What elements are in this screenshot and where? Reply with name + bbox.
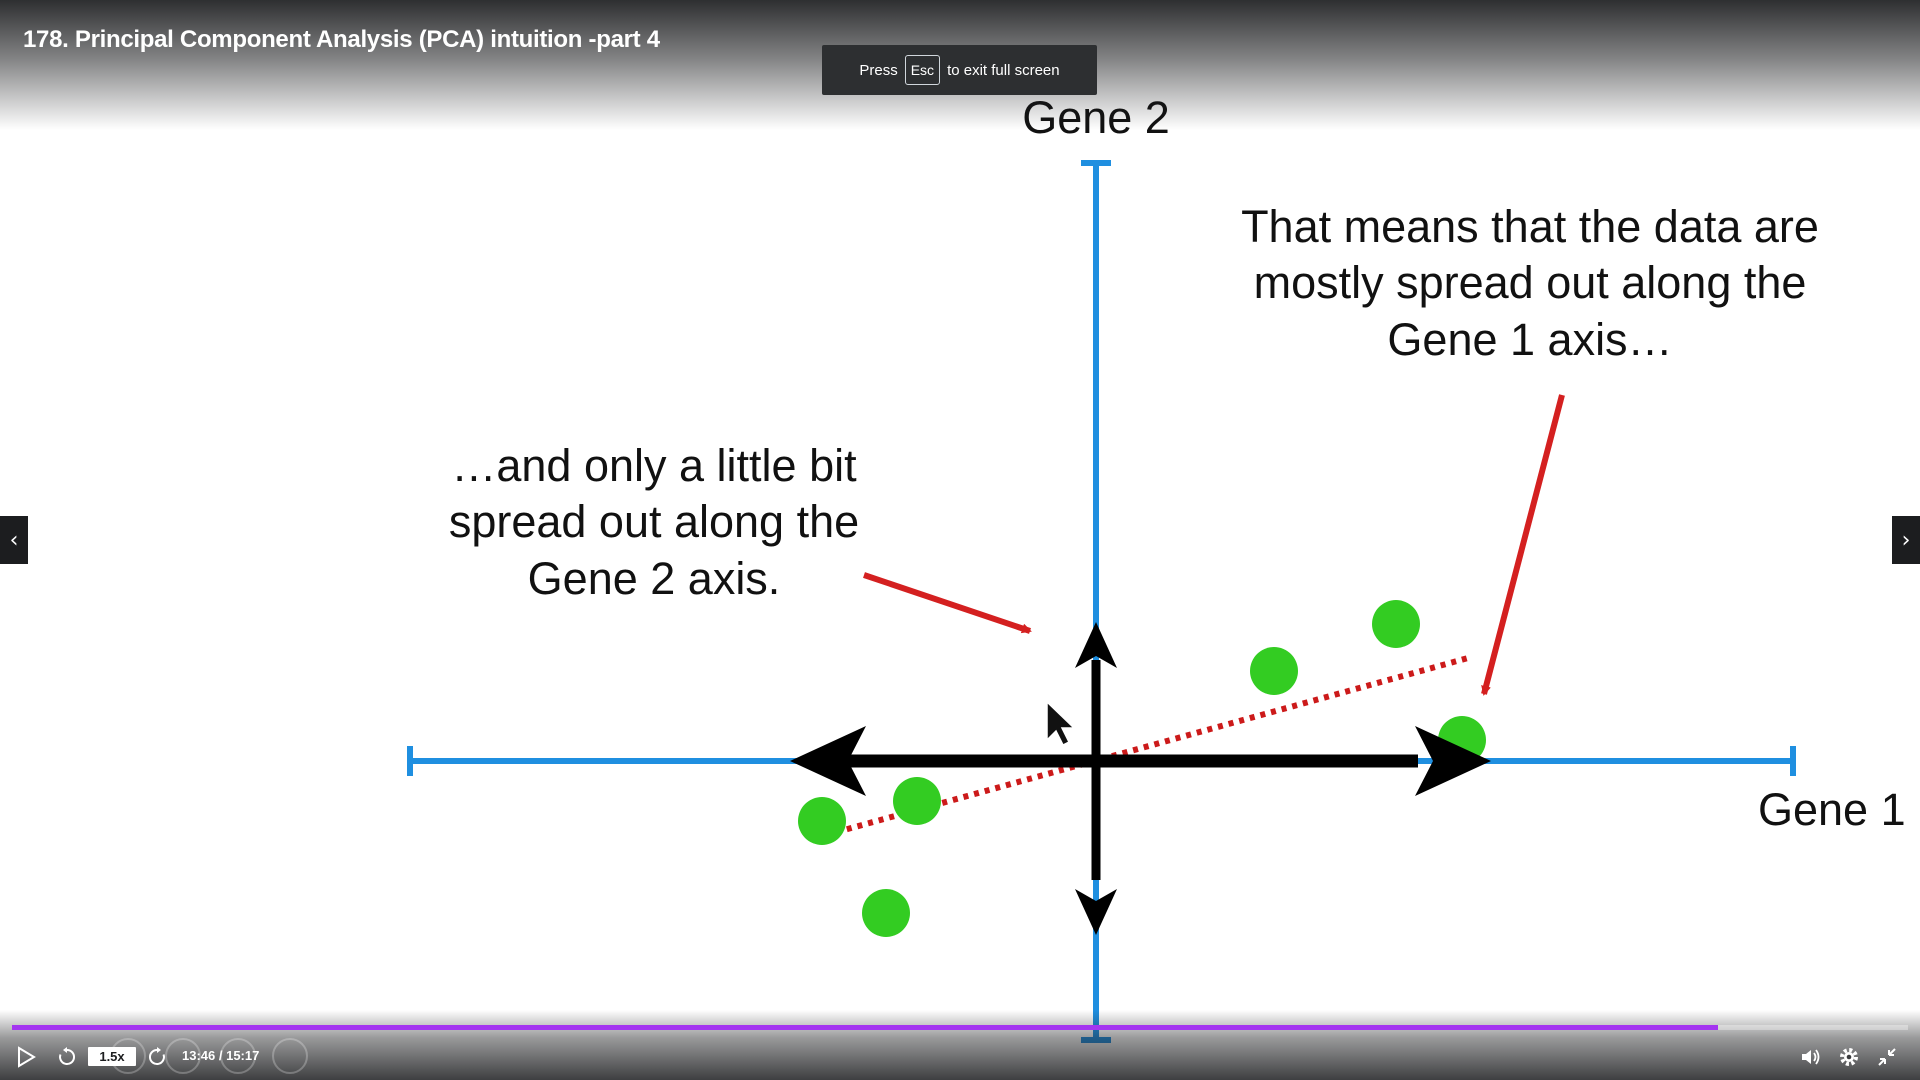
progress-bar[interactable] bbox=[12, 1025, 1908, 1030]
volume-button[interactable] bbox=[1798, 1045, 1824, 1069]
video-player[interactable]: Gene 2 Gene 1 That means that the data a… bbox=[0, 0, 1920, 1080]
esc-key-badge: Esc bbox=[904, 55, 941, 85]
previous-lecture-button[interactable]: ‹ bbox=[0, 516, 28, 564]
data-point bbox=[798, 797, 846, 845]
data-point bbox=[862, 889, 910, 937]
playback-speed-button[interactable]: 1.5x bbox=[88, 1047, 136, 1066]
progress-bar-fill bbox=[12, 1025, 1719, 1030]
chevron-left-icon: ‹ bbox=[9, 527, 19, 553]
fullscreen-toast: Press Esc to exit full screen bbox=[822, 45, 1097, 95]
annotation-left-line-2: spread out along the bbox=[449, 496, 859, 547]
data-point bbox=[1372, 600, 1420, 648]
volume-icon bbox=[1802, 1049, 1820, 1065]
settings-button[interactable] bbox=[1836, 1045, 1862, 1069]
hidden-control bbox=[272, 1038, 308, 1074]
slide-figure: Gene 2 Gene 1 That means that the data a… bbox=[407, 92, 1906, 1043]
toast-prefix: Press bbox=[859, 61, 898, 79]
annotation-left-line-3: Gene 2 axis. bbox=[528, 553, 781, 604]
chevron-right-icon: › bbox=[1901, 527, 1911, 553]
annotation-left-line-1: …and only a little bit bbox=[451, 440, 857, 491]
next-lecture-button[interactable]: › bbox=[1892, 516, 1920, 564]
annotation-arrow-right bbox=[1481, 394, 1565, 696]
settings-icon bbox=[1840, 1048, 1858, 1066]
lecture-title: 178. Principal Component Analysis (PCA) … bbox=[23, 26, 660, 53]
annotation-right-line-2: mostly spread out along the bbox=[1254, 257, 1807, 308]
exit-fullscreen-icon bbox=[1878, 1048, 1896, 1066]
data-point bbox=[1250, 647, 1298, 695]
rewind-button[interactable] bbox=[54, 1045, 80, 1069]
annotation-right-line-1: That means that the data are bbox=[1241, 201, 1819, 252]
annotation-arrow-left bbox=[863, 572, 1032, 634]
play-button[interactable] bbox=[12, 1045, 40, 1069]
forward-button[interactable] bbox=[144, 1045, 170, 1069]
play-icon bbox=[18, 1046, 36, 1068]
rewind-icon bbox=[59, 1047, 76, 1065]
annotation-right-line-3: Gene 1 axis… bbox=[1387, 314, 1672, 365]
forward-icon bbox=[148, 1047, 165, 1065]
toast-suffix: to exit full screen bbox=[947, 61, 1060, 79]
time-display: 13:46 / 15:17 bbox=[182, 1048, 260, 1063]
x-axis-label: Gene 1 bbox=[1758, 784, 1906, 835]
data-point bbox=[893, 777, 941, 825]
mouse-cursor-icon bbox=[1046, 700, 1076, 747]
exit-fullscreen-button[interactable] bbox=[1874, 1045, 1900, 1069]
